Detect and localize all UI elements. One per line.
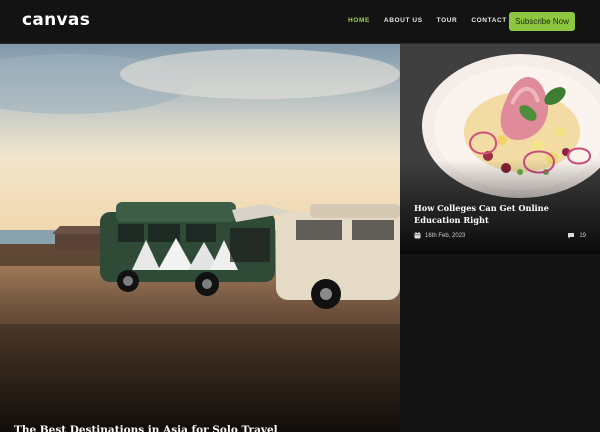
hero-image [0, 44, 400, 432]
nav-about-us[interactable]: ABOUT US [384, 17, 423, 24]
post-date-text: 16th Feb, 2023 [425, 232, 466, 239]
nav-tour[interactable]: TOUR [437, 17, 458, 24]
post-meta: 16th Feb, 2023 19 [414, 232, 586, 239]
post-date: 16th Feb, 2023 [414, 232, 465, 239]
site-logo[interactable]: canvas [22, 10, 90, 30]
hero-post[interactable]: The Best Destinations in Asia for Solo T… [0, 44, 400, 432]
comment-count-text: 19 [579, 232, 586, 239]
empty-panel [400, 254, 600, 432]
main-nav: HOME ABOUT US TOUR CONTACT US [348, 17, 534, 24]
nav-home[interactable]: HOME [348, 17, 370, 24]
hero-post-title[interactable]: The Best Destinations in Asia for Solo T… [14, 424, 278, 432]
featured-post-card[interactable]: How Colleges Can Get Online Education Ri… [400, 44, 600, 254]
site-header: canvas HOME ABOUT US TOUR CONTACT US Sub… [0, 0, 600, 44]
calendar-icon [414, 232, 421, 239]
subscribe-button[interactable]: Subscribe Now [509, 12, 575, 31]
comment-icon [568, 233, 575, 239]
featured-post-title[interactable]: How Colleges Can Get Online Education Ri… [414, 202, 586, 226]
comment-count[interactable]: 19 [567, 232, 586, 239]
